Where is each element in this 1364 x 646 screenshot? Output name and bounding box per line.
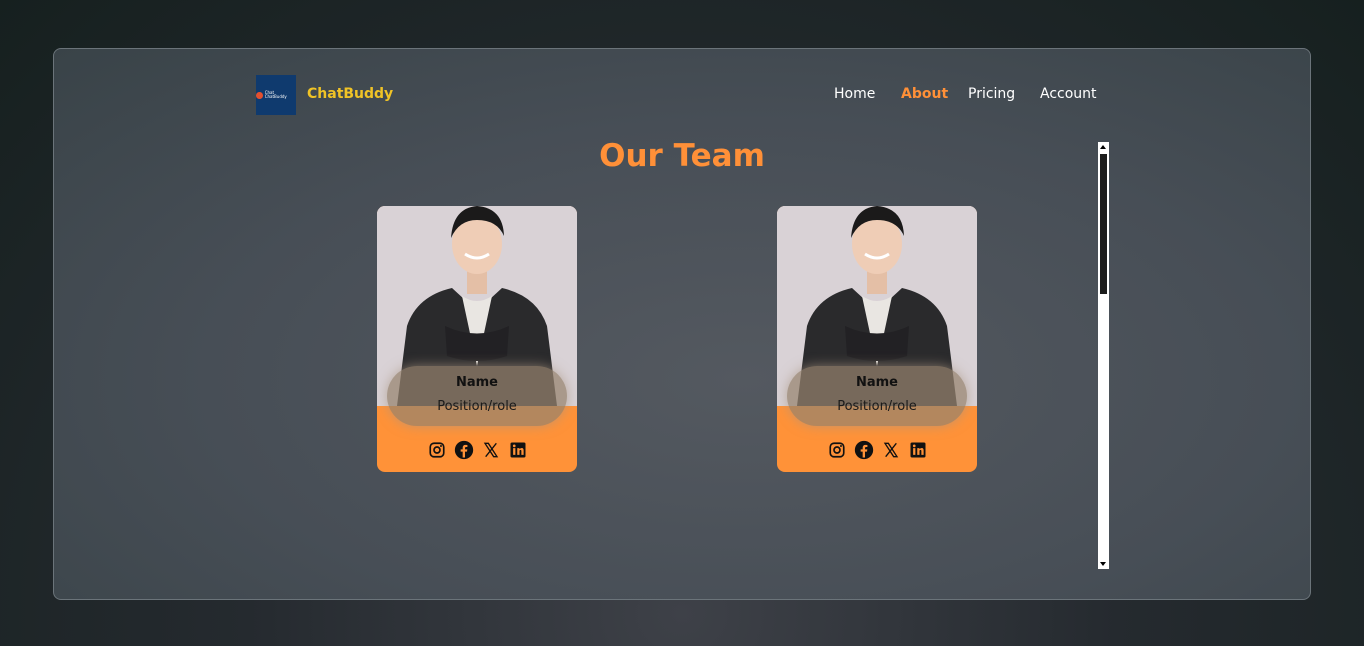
nav-pricing[interactable]: Pricing — [968, 86, 1015, 102]
scroll-down-icon[interactable] — [1100, 562, 1106, 566]
team-card: Name Position/role — [777, 206, 977, 472]
instagram-icon[interactable] — [827, 440, 847, 460]
member-role: Position/role — [837, 399, 917, 414]
member-role: Position/role — [437, 399, 517, 414]
nav-about[interactable]: About — [901, 86, 948, 102]
logo-text: Chat ChatBuddy — [264, 90, 287, 99]
brand-name[interactable]: ChatBuddy — [307, 86, 393, 102]
member-name: Name — [455, 375, 498, 390]
nav-home[interactable]: Home — [834, 86, 875, 102]
nav-account[interactable]: Account — [1040, 86, 1097, 102]
instagram-icon[interactable] — [427, 440, 447, 460]
facebook-icon[interactable] — [454, 440, 474, 460]
social-links — [377, 440, 577, 460]
facebook-icon[interactable] — [854, 440, 874, 460]
x-icon[interactable] — [481, 440, 501, 460]
logo-mark-icon — [256, 91, 263, 99]
linkedin-icon[interactable] — [508, 440, 528, 460]
scroll-up-icon[interactable] — [1100, 145, 1106, 149]
scrollbar[interactable] — [1098, 142, 1109, 569]
member-info: Name Position/role — [387, 366, 567, 426]
logo[interactable]: Chat ChatBuddy — [256, 75, 296, 115]
member-name: Name — [855, 375, 898, 390]
linkedin-icon[interactable] — [908, 440, 928, 460]
member-info: Name Position/role — [787, 366, 967, 426]
scroll-thumb[interactable] — [1100, 154, 1107, 294]
content-panel — [53, 48, 1311, 600]
team-card: Name Position/role — [377, 206, 577, 472]
x-icon[interactable] — [881, 440, 901, 460]
page-title: Our Team — [599, 138, 765, 174]
social-links — [777, 440, 977, 460]
